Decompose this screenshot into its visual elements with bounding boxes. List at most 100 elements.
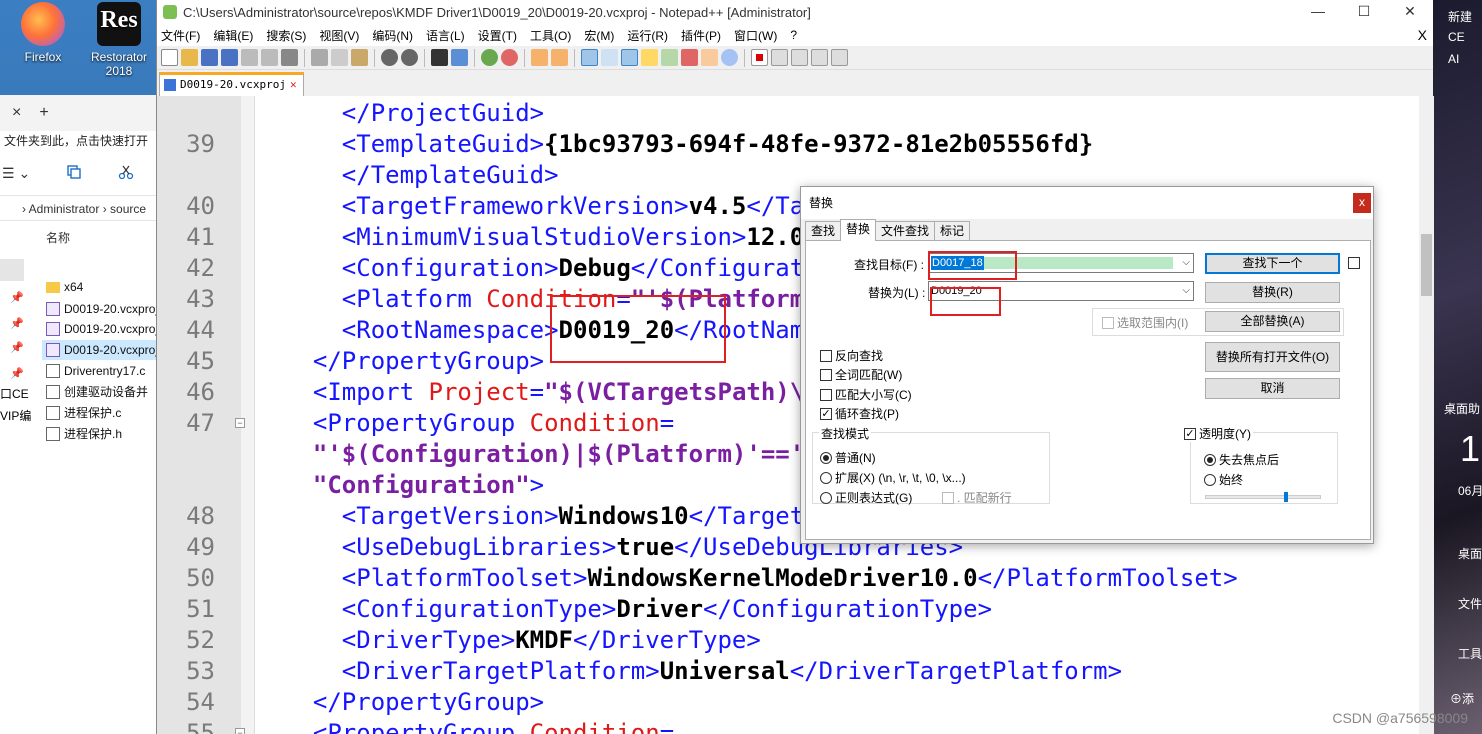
file-row-selected[interactable]: D0019-20.vcxproj bbox=[42, 340, 158, 360]
undo-icon[interactable] bbox=[381, 49, 398, 66]
vertical-scrollbar[interactable] bbox=[1419, 96, 1434, 734]
maximize-button[interactable]: ☐ bbox=[1341, 0, 1387, 24]
wrap-around-checkbox[interactable]: ✓ 循环查找(P) bbox=[820, 405, 899, 422]
run-macro-multiple-icon[interactable] bbox=[811, 49, 828, 66]
tab-close-icon[interactable]: ✕ bbox=[290, 78, 297, 91]
find-next-extra-checkbox[interactable] bbox=[1348, 257, 1360, 269]
cancel-button[interactable]: 取消 bbox=[1205, 378, 1340, 399]
monitoring-icon[interactable] bbox=[721, 49, 738, 66]
save-macro-icon[interactable] bbox=[831, 49, 848, 66]
play-macro-icon[interactable] bbox=[791, 49, 808, 66]
file-row[interactable]: D0019-20.vcxproj bbox=[46, 299, 158, 319]
find-next-button[interactable]: 查找下一个 bbox=[1205, 253, 1340, 274]
dialog-titlebar[interactable]: 替换 x bbox=[801, 187, 1373, 219]
file-row[interactable]: 创建驱动设备并 bbox=[46, 382, 148, 402]
tab-find-in-files[interactable]: 文件查找 bbox=[875, 221, 936, 241]
mode-extended-radio[interactable]: 扩展(X) (\n, \r, \t, \0, \x...) bbox=[820, 469, 966, 486]
zoom-out-icon[interactable] bbox=[501, 49, 518, 66]
wallpaper-item[interactable]: CE bbox=[1448, 30, 1465, 44]
match-case-checkbox[interactable]: 匹配大小写(C) bbox=[820, 386, 912, 403]
replace-icon[interactable] bbox=[451, 49, 468, 66]
folder-workspace-icon[interactable] bbox=[701, 49, 718, 66]
close-window-button[interactable]: ✕ bbox=[1387, 0, 1433, 24]
minimize-button[interactable]: — bbox=[1295, 0, 1341, 24]
document-tab[interactable]: D0019-20.vcxproj ✕ bbox=[159, 72, 304, 96]
always-radio[interactable]: 始终 bbox=[1204, 471, 1243, 488]
backward-checkbox[interactable]: 反向查找 bbox=[820, 347, 883, 364]
indent-guide-icon[interactable] bbox=[621, 49, 638, 66]
tab-find[interactable]: 查找 bbox=[805, 221, 842, 241]
tab-mark[interactable]: 标记 bbox=[934, 221, 971, 241]
close-icon[interactable]: × bbox=[12, 104, 21, 122]
file-row[interactable]: 进程保护.h bbox=[46, 424, 122, 444]
replace-all-open-files-button[interactable]: 替换所有打开文件(O) bbox=[1205, 342, 1340, 372]
menu-encoding[interactable]: 编码(N) bbox=[372, 27, 413, 44]
record-macro-icon[interactable] bbox=[751, 49, 768, 66]
function-list-icon[interactable] bbox=[681, 49, 698, 66]
stop-macro-icon[interactable] bbox=[771, 49, 788, 66]
open-file-icon[interactable] bbox=[181, 49, 198, 66]
copy-icon[interactable] bbox=[331, 49, 348, 66]
udl-icon[interactable] bbox=[641, 49, 658, 66]
sync-vertical-icon[interactable] bbox=[531, 49, 548, 66]
redo-icon[interactable] bbox=[401, 49, 418, 66]
nav-pane-item[interactable]: VIP编 bbox=[0, 407, 31, 424]
show-all-chars-icon[interactable] bbox=[601, 49, 618, 66]
menu-plugins[interactable]: 插件(P) bbox=[681, 27, 721, 44]
cut-icon[interactable] bbox=[311, 49, 328, 66]
window-titlebar[interactable]: C:\Users\Administrator\source\repos\KMDF… bbox=[157, 0, 1433, 24]
file-row[interactable]: Driverentry17.c bbox=[46, 361, 145, 381]
menu-help[interactable]: ? bbox=[790, 28, 797, 42]
sync-horizontal-icon[interactable] bbox=[551, 49, 568, 66]
print-icon[interactable] bbox=[281, 49, 298, 66]
wallpaper-item[interactable]: AI bbox=[1448, 52, 1459, 66]
menu-window[interactable]: 窗口(W) bbox=[734, 27, 777, 44]
menu-settings[interactable]: 设置(T) bbox=[478, 27, 517, 44]
scrollbar-thumb[interactable] bbox=[1421, 234, 1432, 296]
menu-search[interactable]: 搜索(S) bbox=[266, 27, 306, 44]
zoom-in-icon[interactable] bbox=[481, 49, 498, 66]
save-all-icon[interactable] bbox=[221, 49, 238, 66]
doc-map-icon[interactable] bbox=[661, 49, 678, 66]
whole-word-checkbox[interactable]: 全词匹配(W) bbox=[820, 366, 902, 383]
mode-normal-radio[interactable]: 普通(N) bbox=[820, 449, 876, 466]
file-row[interactable]: 进程保护.c bbox=[46, 403, 121, 423]
find-icon[interactable] bbox=[431, 49, 448, 66]
cut-icon[interactable] bbox=[118, 164, 134, 183]
menu-view[interactable]: 视图(V) bbox=[319, 27, 359, 44]
copy-icon[interactable] bbox=[66, 164, 82, 183]
dialog-close-button[interactable]: x bbox=[1353, 193, 1371, 213]
chevron-down-icon[interactable]: ⌵ bbox=[1182, 254, 1190, 272]
menu-macro[interactable]: 宏(M) bbox=[584, 27, 614, 44]
paste-icon[interactable] bbox=[351, 49, 368, 66]
view-menu-icon[interactable]: ☰ ⌄ bbox=[2, 165, 30, 182]
word-wrap-icon[interactable] bbox=[581, 49, 598, 66]
explorer-address-bar[interactable]: › Administrator › source bbox=[0, 195, 157, 221]
column-header-name[interactable]: 名称 bbox=[46, 229, 70, 246]
transparency-checkbox[interactable]: ✓ 透明度(Y) bbox=[1184, 425, 1253, 442]
replace-button[interactable]: 替换(R) bbox=[1205, 282, 1340, 303]
close-all-icon[interactable] bbox=[261, 49, 278, 66]
wallpaper-item[interactable]: 新建 bbox=[1448, 8, 1472, 25]
desktop-icon-firefox[interactable]: Firefox bbox=[8, 2, 78, 64]
slider-thumb[interactable] bbox=[1284, 492, 1288, 502]
tab-replace[interactable]: 替换 bbox=[840, 219, 877, 241]
menu-tools[interactable]: 工具(O) bbox=[530, 27, 571, 44]
chevron-down-icon[interactable]: ⌵ bbox=[1182, 282, 1190, 300]
nav-pane-item[interactable]: 口CE bbox=[0, 385, 29, 402]
menu-file[interactable]: 文件(F) bbox=[161, 27, 200, 44]
menu-language[interactable]: 语言(L) bbox=[426, 27, 465, 44]
file-row[interactable]: x64 bbox=[46, 277, 83, 297]
menu-run[interactable]: 运行(R) bbox=[627, 27, 668, 44]
replace-all-button[interactable]: 全部替换(A) bbox=[1205, 311, 1340, 332]
menu-edit[interactable]: 编辑(E) bbox=[213, 27, 253, 44]
on-lose-focus-radio[interactable]: 失去焦点后 bbox=[1204, 451, 1279, 468]
file-row[interactable]: D0019-20.vcxproj bbox=[46, 319, 158, 339]
add-tab-icon[interactable]: + bbox=[39, 104, 48, 122]
new-file-icon[interactable] bbox=[161, 49, 178, 66]
close-file-icon[interactable] bbox=[241, 49, 258, 66]
mode-regex-radio[interactable]: 正则表达式(G) bbox=[820, 489, 912, 506]
transparency-slider[interactable] bbox=[1205, 492, 1321, 502]
desktop-icon-restorator[interactable]: Res Restorator 2018 bbox=[84, 2, 154, 78]
close-document-button[interactable]: X bbox=[1418, 27, 1427, 43]
